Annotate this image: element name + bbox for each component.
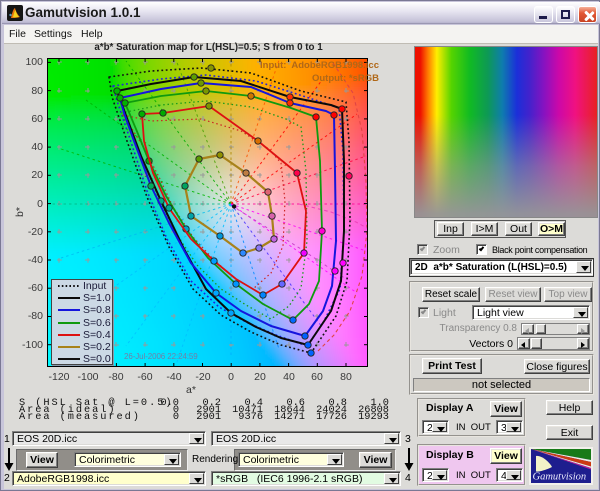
- svg-text:Gamutvision: Gamutvision: [533, 472, 587, 483]
